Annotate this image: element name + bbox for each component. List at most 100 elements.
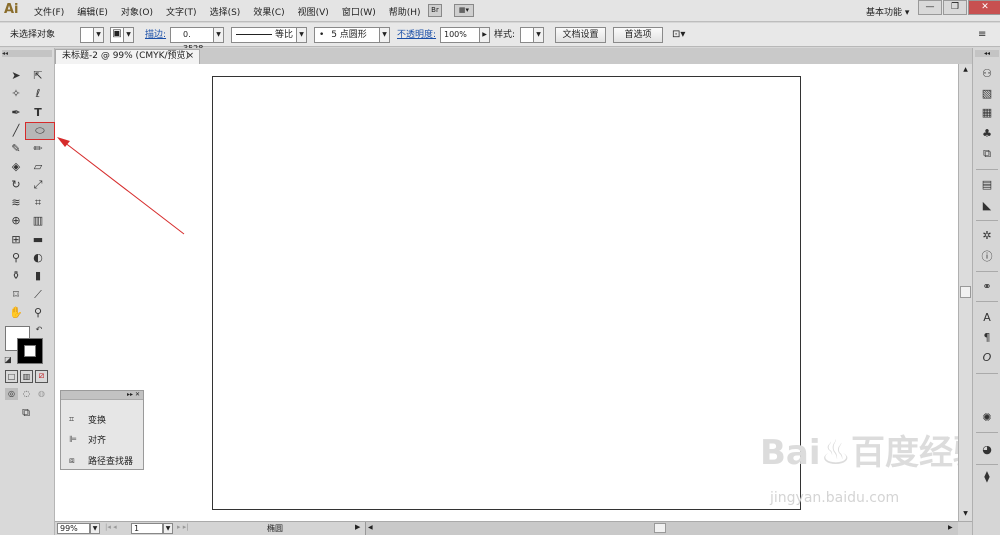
scroll-thumb[interactable] (960, 286, 971, 298)
artboard-tool-icon[interactable]: ⌑ (7, 287, 25, 303)
brushes-panel-icon[interactable]: ⧉ (978, 146, 996, 162)
scroll-down-icon[interactable]: ▼ (961, 510, 970, 519)
stroke-swatch-icon[interactable]: ▣ (110, 27, 124, 43)
menu-type[interactable]: 文字(T) (166, 5, 197, 18)
perspective-grid-tool-icon[interactable]: ▥ (29, 213, 47, 229)
document-setup-button[interactable]: 文档设置 (555, 27, 606, 43)
close-icon[interactable]: ✕ (968, 0, 1000, 15)
color-panel-icon[interactable]: ⚇ (978, 66, 996, 82)
brush-dropdown[interactable]: ▼ (379, 27, 390, 43)
arrange-options-icon[interactable]: ⊡▾ (672, 27, 685, 43)
mesh-tool-icon[interactable]: ⊞ (7, 232, 25, 248)
stroke-dropdown[interactable]: ▼ (123, 27, 134, 43)
gradient-panel-icon[interactable]: ▤ (978, 177, 996, 193)
eraser-tool-icon[interactable]: ▱ (29, 159, 47, 175)
next-page-icon[interactable]: ▸ ▸| (177, 523, 189, 531)
style-dropdown[interactable]: ▼ (533, 27, 544, 43)
fill-dropdown[interactable]: ▼ (93, 27, 104, 43)
eyedropper-tool-icon[interactable]: ⚲ (7, 250, 25, 266)
dock-expand-icon[interactable]: ◂◂ (975, 50, 999, 57)
blend-tool-icon[interactable]: ◐ (29, 250, 47, 266)
panel-menu-icon[interactable]: ≡ (978, 27, 986, 43)
minimize-icon[interactable]: — (918, 0, 942, 15)
arrange-documents-icon[interactable]: ▦▾ (454, 4, 474, 17)
graphic-styles-icon[interactable]: ◕ (978, 442, 996, 458)
free-transform-tool-icon[interactable]: ⌗ (29, 195, 47, 211)
ellipse-tool-icon[interactable]: ⬭ (25, 122, 55, 140)
workspace-switcher[interactable]: 基本功能 ▾ (866, 5, 909, 18)
width-tool-icon[interactable]: ≋ (7, 195, 25, 211)
bridge-button[interactable]: Br (428, 4, 442, 17)
type-tool-icon[interactable]: T (29, 105, 47, 121)
symbols-panel-icon[interactable]: ♣ (978, 126, 996, 142)
draw-inside-icon[interactable]: ◍ (35, 388, 48, 400)
column-graph-tool-icon[interactable]: ▮ (29, 268, 47, 284)
horizontal-scroll-thumb[interactable] (654, 523, 666, 533)
tools-collapse-icon[interactable]: ◂◂ (2, 50, 52, 57)
floating-panel-header[interactable]: ▸▸ ✕ (61, 391, 143, 400)
status-menu-icon[interactable]: ▶ (355, 523, 360, 531)
none-mode-icon[interactable]: ⧄ (35, 370, 48, 383)
paragraph-panel-icon[interactable]: ¶ (978, 330, 996, 346)
opacity-dropdown[interactable]: ▶ (479, 27, 490, 43)
gradient-tool-icon[interactable]: ▬ (29, 232, 47, 248)
color-mode-icon[interactable]: □ (5, 370, 18, 383)
variable-width-profile[interactable]: 等比 (231, 27, 297, 43)
brush-definition[interactable]: • 5 点圆形 (314, 27, 380, 43)
zoom-tool-icon[interactable]: ⚲ (29, 305, 47, 321)
page-number-input[interactable]: 1 (131, 523, 163, 534)
slice-tool-icon[interactable]: ⟋ (29, 287, 47, 303)
menu-effect[interactable]: 效果(C) (253, 5, 284, 18)
page-dropdown[interactable]: ▼ (163, 523, 173, 534)
preferences-button[interactable]: 首选项 (613, 27, 663, 43)
align-panel-item[interactable]: ⊫ 对齐 (69, 433, 106, 447)
pencil-tool-icon[interactable]: ✏ (29, 141, 47, 157)
menu-view[interactable]: 视图(V) (298, 5, 329, 18)
scale-tool-icon[interactable]: ⤢ (29, 177, 47, 193)
selection-tool-icon[interactable]: ➤ (7, 68, 25, 84)
swatches-panel-icon[interactable]: ▦ (978, 105, 996, 121)
links-panel-icon[interactable]: ⚭ (978, 279, 996, 295)
vertical-scrollbar[interactable]: ▲ ▼ (958, 64, 972, 521)
stroke-panel-icon[interactable]: ✺ (978, 410, 996, 426)
lasso-tool-icon[interactable]: ℓ (29, 86, 47, 102)
menu-file[interactable]: 文件(F) (34, 5, 64, 18)
draw-behind-icon[interactable]: ◌ (20, 388, 33, 400)
color-guide-icon[interactable]: ▧ (978, 86, 996, 102)
hand-tool-icon[interactable]: ✋ (7, 305, 25, 321)
menu-edit[interactable]: 编辑(E) (77, 5, 108, 18)
pathfinder-panel-item[interactable]: ⧈ 路径查找器 (69, 454, 133, 468)
stroke-color-swatch[interactable] (17, 338, 43, 364)
default-colors-icon[interactable]: ◪ (2, 354, 14, 366)
character-panel-icon[interactable]: A (978, 310, 996, 326)
paintbrush-tool-icon[interactable]: ✎ (7, 141, 25, 157)
menu-select[interactable]: 选择(S) (210, 5, 241, 18)
menu-window[interactable]: 窗口(W) (342, 5, 376, 18)
menu-object[interactable]: 对象(O) (121, 5, 153, 18)
menu-help[interactable]: 帮助(H) (389, 5, 421, 18)
transparency-panel-icon[interactable]: ◣ (978, 198, 996, 214)
scroll-right-icon[interactable]: ▶ (948, 524, 953, 531)
pen-tool-icon[interactable]: ✒ (7, 105, 25, 121)
gradient-mode-icon[interactable]: ▥ (20, 370, 33, 383)
stroke-label[interactable]: 描边: (145, 27, 166, 43)
info-panel-icon[interactable]: ⓘ (978, 249, 996, 265)
restore-icon[interactable]: ❐ (943, 0, 967, 15)
zoom-input[interactable]: 99% (57, 523, 90, 534)
direct-selection-tool-icon[interactable]: ⇱ (29, 68, 47, 84)
screen-mode-icon[interactable]: ⧉ (17, 406, 35, 420)
opacity-input[interactable]: 100% (440, 27, 480, 43)
graphic-style-swatch[interactable] (520, 27, 534, 43)
fill-swatch[interactable] (80, 27, 94, 43)
opentype-panel-icon[interactable]: O (978, 350, 996, 366)
tab-close-icon[interactable]: × (186, 50, 194, 63)
layers-panel-icon[interactable]: ⧫ (978, 469, 996, 485)
document-tab[interactable]: 未标题-2 @ 99% (CMYK/预览) × (55, 49, 200, 64)
blob-brush-tool-icon[interactable]: ◈ (7, 159, 25, 175)
magic-wand-tool-icon[interactable]: ✧ (7, 86, 25, 102)
scroll-left-icon[interactable]: ◀ (368, 524, 373, 531)
swap-colors-icon[interactable]: ↶ (33, 324, 45, 336)
first-page-icon[interactable]: |◂ ◂ (105, 523, 117, 531)
draw-normal-icon[interactable]: ◎ (5, 388, 18, 400)
rotate-tool-icon[interactable]: ↻ (7, 177, 25, 193)
